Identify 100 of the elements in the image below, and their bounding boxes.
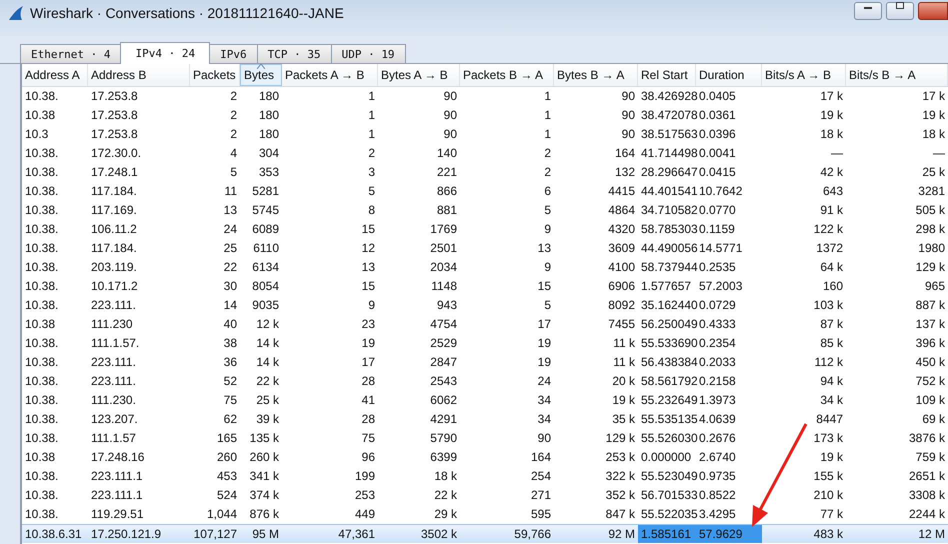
table-cell-text: 8054 bbox=[251, 278, 280, 295]
table-cell-text: 0.0396 bbox=[698, 126, 737, 143]
table-cell-text: 106.11.2 bbox=[90, 221, 138, 238]
table-cell-text: 10.38. bbox=[24, 278, 60, 295]
table-row[interactable]: 10.38. 106.11.2 24 6089 15 1769 9 4320 58.7853030.1159 122 k 298 k bbox=[22, 220, 948, 239]
table-cell-text: 10.38 bbox=[24, 449, 56, 466]
table-row[interactable]: 10.38. 111.1.57. 38 14 k 19 2529 19 11 k 55.5336900.2354 85 k 396 k bbox=[22, 334, 948, 353]
table-row[interactable]: 10.3 17.253.8 2 180 1 90 1 90 38.5175630.0396 18 k 18 k bbox=[22, 125, 948, 144]
table-row[interactable]: 10.38. 119.29.51 1,044 876 k 449 29 k 595 847 k 55.5220353.4295 77 k 2244 k bbox=[22, 505, 948, 524]
column-header[interactable]: Packets B → A bbox=[460, 64, 554, 86]
minimize-button[interactable] bbox=[854, 2, 882, 20]
table-cell-text: 117.184. bbox=[90, 183, 138, 200]
table-cell-text: 10.38.6.31 bbox=[24, 526, 83, 543]
table-row[interactable]: 10.38. 17.253.8 2 180 1 90 1 90 38.4269280.0405 17 k 17 k bbox=[22, 87, 948, 106]
column-header[interactable]: Address B bbox=[88, 64, 190, 86]
table-cell-text: 254 bbox=[530, 468, 552, 485]
table-cell-text: 1 bbox=[543, 107, 552, 124]
table-cell-text: 58.561792 bbox=[640, 373, 696, 390]
table-row[interactable]: 10.38. 111.1.57 165 135 k 75 5790 90 129 k 55.5260300.2676 173 k 3876 k bbox=[22, 429, 948, 448]
table-cell-text: 95 M bbox=[251, 526, 280, 543]
table-cell-text: 40 bbox=[222, 316, 238, 333]
table-row[interactable]: 10.38. 223.111. 14 9035 9 943 5 8092 35.1624400.0729 103 k 887 k bbox=[22, 296, 948, 315]
column-header[interactable]: Packets A → B bbox=[282, 64, 378, 86]
table-row[interactable]: 10.38. 223.111. 36 14 k 17 2847 19 11 k 56.4383840.2033 112 k 450 k bbox=[22, 353, 948, 372]
table-row[interactable]: 10.38. 117.184. 25 6110 12 2501 13 3609 44.49005614.5771 1372 1980 bbox=[22, 239, 948, 258]
table-cell-text: 2 bbox=[229, 107, 238, 124]
maximize-button[interactable] bbox=[886, 2, 914, 20]
table-cell-text: 5 bbox=[543, 202, 552, 219]
table-cell-text: 17 bbox=[536, 316, 552, 333]
table-cell-text: 2529 bbox=[429, 335, 458, 352]
table-cell-text: 0.000000 bbox=[640, 449, 692, 466]
table-cell-text: 180 bbox=[258, 107, 280, 124]
table-cell-text: 759 k bbox=[914, 449, 946, 466]
table-row[interactable]: 10.38. 203.119. 22 6134 13 2034 9 4100 58.7379440.2535 64 k 129 k bbox=[22, 258, 948, 277]
column-header[interactable]: Bytes bbox=[240, 64, 282, 86]
table-cell-text: 2 bbox=[229, 126, 238, 143]
table-cell-text: 12 M bbox=[917, 526, 946, 543]
table-cell-text: 965 bbox=[924, 278, 946, 295]
table-cell-text: 449 bbox=[354, 506, 376, 523]
table-cell-text: 172.30.0. bbox=[90, 145, 142, 162]
table-cell-text: 90 bbox=[442, 107, 458, 124]
table-cell-text: 38.517563 bbox=[640, 126, 696, 143]
table-cell-text: 11 k bbox=[612, 354, 636, 371]
table-row[interactable]: 10.38 111.230 40 12 k 23 4754 17 7455 56.2500490.4333 87 k 137 k bbox=[22, 315, 948, 334]
table-cell-text: 13 bbox=[536, 240, 552, 257]
table-cell-text: 90 bbox=[536, 430, 552, 447]
tab[interactable]: Ethernet · 4 bbox=[20, 44, 122, 63]
table-row[interactable]: 10.38. 172.30.0. 4 304 2 140 2 164 41.7144980.0041 — — bbox=[22, 144, 948, 163]
table-row[interactable]: 10.38 17.253.8 2 180 1 90 1 90 38.4720780.0361 19 k 19 k bbox=[22, 106, 948, 125]
table-cell-text: 199 bbox=[354, 468, 376, 485]
table-row[interactable]: 10.38. 123.207. 62 39 k 28 4291 34 35 k 55.5351354.0639 8447 69 k bbox=[22, 410, 948, 429]
table-cell: 1.585161 bbox=[638, 525, 696, 543]
table-cell-text: 11 bbox=[224, 183, 238, 200]
table-cell-text: 122 k bbox=[812, 221, 844, 238]
column-header[interactable]: Address A bbox=[22, 64, 88, 86]
column-header[interactable]: Duration bbox=[696, 64, 762, 86]
tab[interactable]: UDP · 19 bbox=[330, 44, 406, 63]
table-cell-text: 90 bbox=[442, 126, 458, 143]
column-header[interactable]: Bits/s A → B bbox=[762, 64, 846, 86]
column-header[interactable]: Bits/s B → A bbox=[846, 64, 948, 86]
tab[interactable]: IPv6 bbox=[209, 44, 258, 63]
table-cell-text: 19 bbox=[536, 354, 552, 371]
table-cell-text: 111.230 bbox=[90, 316, 134, 333]
table-cell-text: 180 bbox=[258, 126, 280, 143]
table-row[interactable]: 10.38. 117.184. 11 5281 5 866 6 4415 44.40154110.7642 643 3281 bbox=[22, 182, 948, 201]
table-cell-text: 75 bbox=[222, 392, 238, 409]
table-cell-text: 117.184. bbox=[90, 240, 138, 257]
table-row[interactable]: 10.38. 10.171.2 30 8054 15 1148 15 6906 1.577657 57.2003 160 965 bbox=[22, 277, 948, 296]
table-cell-text: 203.119. bbox=[90, 259, 138, 276]
table-cell-text: 752 k bbox=[914, 373, 946, 390]
column-header[interactable]: Bytes B → A bbox=[554, 64, 638, 86]
table-cell-text: 10.7642 bbox=[698, 183, 744, 200]
table-row[interactable]: 10.38 17.248.16 260 260 k 96 6399 164 253 k 0.000000 2.6740 19 k 759 k bbox=[22, 448, 948, 467]
table-row[interactable]: 10.38. 111.230. 75 25 k 41 6062 34 19 k 55.2326491.3973 34 k 109 k bbox=[22, 391, 948, 410]
table-cell-text: 34.710582 bbox=[640, 202, 696, 219]
close-button[interactable] bbox=[918, 2, 948, 20]
tab[interactable]: TCP · 35 bbox=[256, 44, 332, 63]
column-header[interactable]: Bytes A → B bbox=[378, 64, 460, 86]
table-cell-text: 14 k bbox=[255, 354, 280, 371]
table-cell-text: 18 k bbox=[921, 126, 946, 143]
table-cell-text: 374 k bbox=[248, 487, 280, 504]
column-header[interactable]: Rel Start bbox=[638, 64, 696, 86]
table-cell-text: 94 k bbox=[819, 373, 844, 390]
table-row[interactable]: 10.38. 223.111. 52 22 k 28 2543 24 20 k 58.561792 0.2158 94 k 752 k bbox=[22, 372, 948, 391]
table-cell-text: 0.0770 bbox=[698, 202, 737, 219]
table-row[interactable]: 10.38. 223.111.1 524 374 k 253 22 k 271 352 k 56.7015330.8522 210 k 3308 k bbox=[22, 486, 948, 505]
table-cell-text: 129 k bbox=[604, 430, 636, 447]
table-row[interactable]: 10.38. 117.169. 13 5745 8 881 5 4864 34.710582 0.0770 91 k 505 k bbox=[22, 201, 948, 220]
table-row[interactable]: 10.38. 17.248.1 5 353 3 221 2 132 28.296647 0.0415 42 k 25 k bbox=[22, 163, 948, 182]
tab[interactable]: IPv4 · 24 bbox=[120, 42, 210, 64]
table-cell-text: 4.0639 bbox=[698, 411, 737, 428]
table-cell-text: 1 bbox=[367, 107, 376, 124]
table-row[interactable]: 10.38.6.31 17.250.121.9 107,127 95 M 47,361 3502 k 59,766 92 M 1.585161 57.9629 483 k 12 M bbox=[22, 524, 948, 543]
table-cell-text: 19 k bbox=[819, 107, 844, 124]
table-cell-text: 6134 bbox=[251, 259, 280, 276]
table-cell-text: 111.230. bbox=[90, 392, 137, 409]
table-cell-text: 160 bbox=[822, 278, 844, 295]
table-cell-text: 2543 bbox=[429, 373, 458, 390]
table-row[interactable]: 10.38. 223.111.1 453 341 k 199 18 k 254 322 k 55.5230490.9735 155 k 2651 k bbox=[22, 467, 948, 486]
table-cell-text: 866 bbox=[436, 183, 458, 200]
